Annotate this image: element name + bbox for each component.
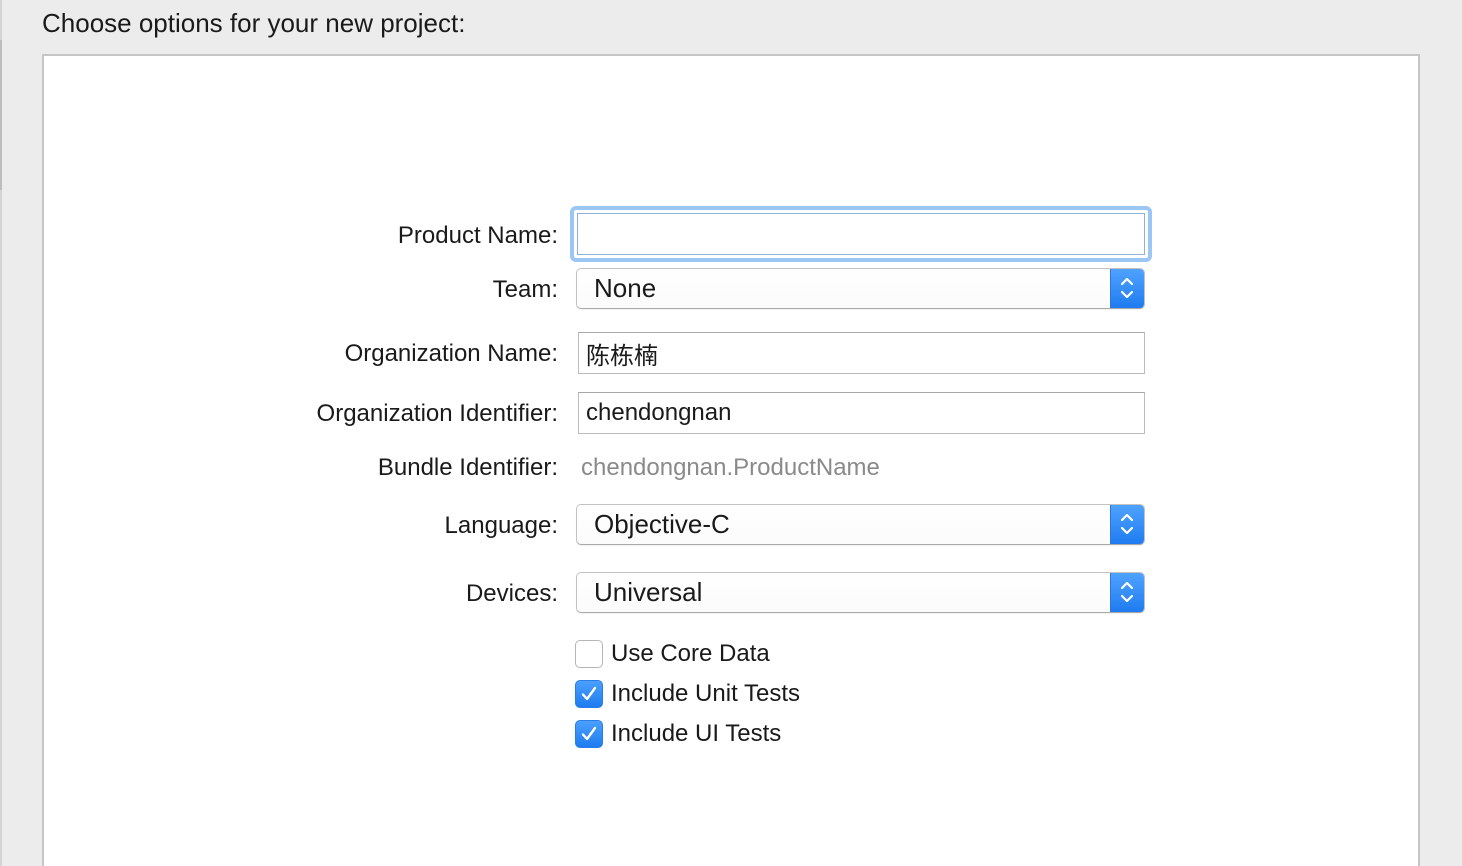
include-ui-tests-checkbox[interactable] — [575, 720, 603, 748]
up-down-chevron-icon — [1110, 269, 1144, 308]
bundle-identifier-label: Bundle Identifier: — [377, 454, 558, 481]
use-core-data-label[interactable]: Use Core Data — [611, 639, 770, 669]
language-popup-value: Objective-C — [594, 509, 730, 539]
product-name-input[interactable] — [578, 214, 1144, 254]
organization-identifier-input[interactable] — [579, 393, 1144, 433]
checkmark-icon — [581, 686, 597, 701]
product-name-label: Product Name: — [397, 222, 558, 249]
product-name-field-frame — [577, 213, 1145, 255]
product-name-field-focus-ring[interactable] — [570, 206, 1152, 262]
include-ui-tests-label[interactable]: Include UI Tests — [611, 719, 781, 749]
organization-identifier-field[interactable] — [578, 392, 1145, 434]
include-unit-tests-label[interactable]: Include Unit Tests — [611, 679, 800, 709]
bundle-identifier-value: chendongnan.ProductName — [581, 454, 880, 481]
organization-name-label: Organization Name: — [344, 340, 558, 367]
devices-popup-button[interactable]: Universal — [576, 572, 1145, 613]
team-popup-button[interactable]: None — [576, 268, 1145, 309]
organization-name-field[interactable] — [578, 332, 1145, 374]
window-left-edge-highlight — [0, 40, 2, 190]
devices-label: Devices: — [465, 580, 558, 607]
team-popup-value: None — [594, 273, 657, 303]
new-project-options-sheet: Choose options for your new project: Pro… — [0, 0, 1462, 866]
organization-name-input[interactable] — [579, 333, 1144, 373]
team-label: Team: — [492, 276, 558, 303]
include-unit-tests-checkbox[interactable] — [575, 680, 603, 708]
language-label: Language: — [444, 512, 558, 539]
up-down-chevron-icon — [1110, 505, 1144, 544]
organization-identifier-label: Organization Identifier: — [316, 400, 558, 427]
use-core-data-checkbox[interactable] — [575, 640, 603, 668]
page-title: Choose options for your new project: — [42, 8, 466, 38]
devices-popup-value: Universal — [594, 577, 703, 607]
up-down-chevron-icon — [1110, 573, 1144, 612]
language-popup-button[interactable]: Objective-C — [576, 504, 1145, 545]
checkmark-icon — [581, 726, 597, 741]
